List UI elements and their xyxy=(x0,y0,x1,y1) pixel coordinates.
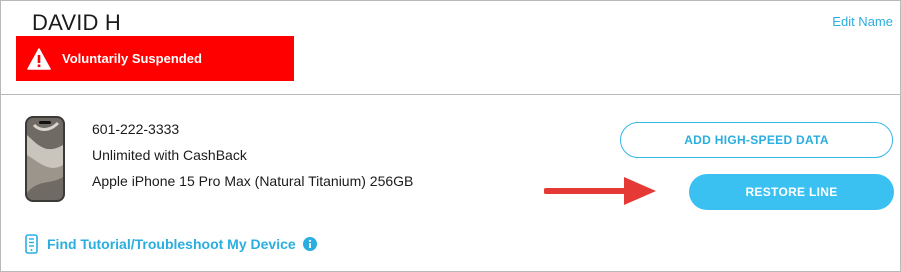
section-divider xyxy=(1,94,900,95)
add-high-speed-data-button[interactable]: ADD HIGH-SPEED DATA xyxy=(620,122,893,158)
device-name: Apple iPhone 15 Pro Max (Natural Titaniu… xyxy=(92,173,414,189)
plan-name: Unlimited with CashBack xyxy=(92,147,247,163)
status-banner: Voluntarily Suspended xyxy=(16,36,294,81)
account-header: DAVID H Edit Name Voluntarily Suspended xyxy=(1,1,900,94)
tutorial-link[interactable]: Find Tutorial/Troubleshoot My Device xyxy=(25,234,317,254)
device-icon xyxy=(25,234,38,254)
warning-triangle-icon xyxy=(27,47,51,70)
status-text: Voluntarily Suspended xyxy=(62,51,202,66)
account-card: DAVID H Edit Name Voluntarily Suspended … xyxy=(0,0,901,272)
restore-line-button[interactable]: RESTORE LINE xyxy=(689,174,894,210)
account-name: DAVID H xyxy=(32,10,122,35)
phone-image xyxy=(25,116,65,202)
info-icon[interactable] xyxy=(302,237,317,251)
line-info: 601-222-3333 Unlimited with CashBack App… xyxy=(92,121,413,199)
arrow-annotation xyxy=(544,177,656,205)
edit-name-link[interactable]: Edit Name xyxy=(832,14,893,29)
tutorial-label: Find Tutorial/Troubleshoot My Device xyxy=(47,236,296,252)
phone-number: 601-222-3333 xyxy=(92,121,180,137)
